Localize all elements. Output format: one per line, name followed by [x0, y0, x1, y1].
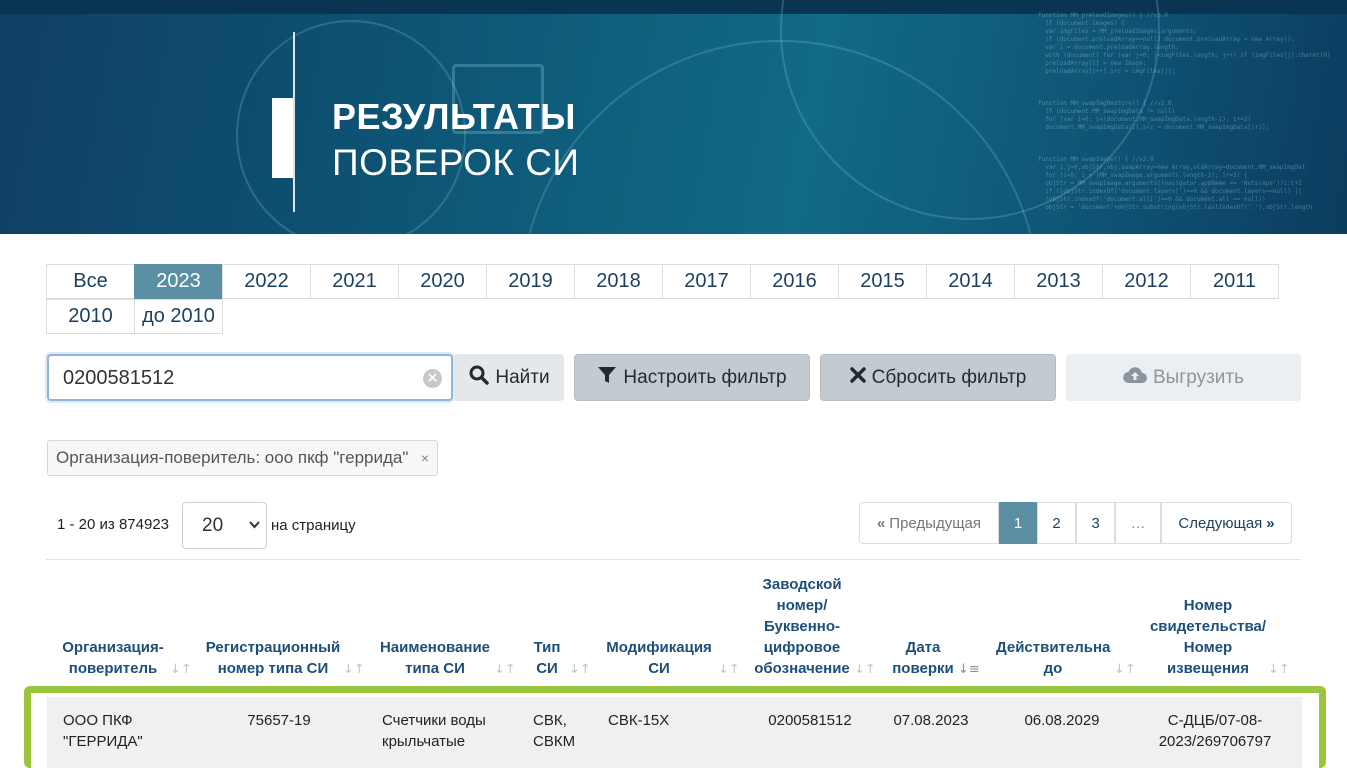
reset-filter-label: Сбросить фильтр	[871, 366, 1027, 388]
cell-valid-until: 06.08.2029	[1024, 712, 1100, 729]
sort-icon[interactable]: ↓↑	[854, 662, 876, 677]
year-tab[interactable]: 2014	[926, 264, 1015, 299]
double-chevron-right-icon: »	[1266, 514, 1275, 532]
year-tab[interactable]: 2011	[1190, 264, 1279, 299]
divider	[46, 559, 1301, 560]
sort-icon[interactable]: ↓↑	[494, 662, 516, 677]
double-chevron-left-icon: «	[876, 514, 886, 532]
pagination-previous-label: Предыдущая	[889, 514, 982, 532]
pagination-page-1[interactable]: 1	[999, 502, 1037, 544]
close-icon	[849, 366, 866, 389]
pagination-ellipsis: …	[1115, 502, 1161, 544]
column-header-serial[interactable]: Заводской номер/ Буквенно- цифровое обоз…	[752, 574, 852, 679]
per-page-select[interactable]: 20	[182, 502, 267, 549]
search-input[interactable]	[63, 365, 413, 391]
export-button[interactable]: Выгрузить	[1066, 354, 1301, 401]
year-tab[interactable]: 2021	[310, 264, 399, 299]
cell-org: ООО ПКФ "ГЕРРИДА"	[63, 712, 143, 750]
year-tab[interactable]: 2012	[1102, 264, 1191, 299]
column-header-verification-date[interactable]: Дата поверки	[890, 637, 956, 679]
active-filter-label: Организация-поверитель: ооо пкф "геррида…	[56, 448, 409, 467]
year-tab[interactable]: 2016	[750, 264, 839, 299]
banner-accent-bar	[272, 98, 293, 178]
year-tab[interactable]: 2015	[838, 264, 927, 299]
cell-verification-date: 07.08.2023	[893, 712, 969, 729]
column-header-modification[interactable]: Модификация СИ	[604, 637, 714, 679]
banner-code-decor: function MM_preloadImages() { //v3.0 if …	[1038, 12, 1331, 211]
banner-vertical-line	[293, 32, 295, 212]
results-count: 1 - 20 из 874923	[57, 516, 170, 533]
year-tab[interactable]: 2020	[398, 264, 487, 299]
per-page-label: на страницу	[271, 517, 356, 534]
cloud-upload-icon	[1123, 366, 1147, 390]
year-tab[interactable]: 2022	[222, 264, 311, 299]
cell-reg-number: 75657-19	[247, 712, 311, 729]
per-page-value: 20	[202, 515, 224, 536]
pagination-previous[interactable]: « Предыдущая	[859, 502, 999, 544]
filter-icon	[597, 365, 617, 391]
sort-icon[interactable]: ↓↑	[1114, 662, 1136, 677]
sort-icon[interactable]: ↓↑	[343, 662, 365, 677]
cell-serial: 0200581512	[768, 712, 852, 729]
pagination-next[interactable]: Следующая »	[1161, 502, 1292, 544]
year-tab[interactable]: 2013	[1014, 264, 1103, 299]
clear-icon[interactable]: ×	[423, 369, 442, 388]
year-tab[interactable]: 2010	[46, 299, 135, 334]
sort-icon[interactable]: ↓↑	[1268, 662, 1290, 677]
banner: function MM_preloadImages() { //v3.0 if …	[0, 0, 1347, 234]
column-header-certificate[interactable]: Номер свидетельства/ Номер извещения	[1146, 595, 1270, 679]
column-header-valid-until[interactable]: Действительна до	[996, 637, 1110, 679]
year-tab[interactable]: 2019	[486, 264, 575, 299]
column-header-type[interactable]: Тип СИ	[530, 637, 564, 679]
find-button[interactable]: Найти	[455, 354, 564, 401]
column-header-type-name[interactable]: Наименование типа СИ	[378, 637, 492, 679]
sort-icon[interactable]: ↓↑	[170, 662, 192, 677]
pagination-page-3[interactable]: 3	[1076, 502, 1115, 544]
year-tab[interactable]: 2017	[662, 264, 751, 299]
cell-certificate: С-ДЦБ/07-08- 2023/269706797	[1158, 712, 1272, 750]
sort-icon[interactable]: ↓↑	[718, 662, 740, 677]
column-header-reg-number[interactable]: Регистрационный номер типа СИ	[203, 637, 343, 679]
configure-filter-label: Настроить фильтр	[623, 366, 787, 388]
sort-desc-icon[interactable]: ↓≡	[958, 662, 980, 677]
year-tab[interactable]: 2023	[134, 264, 223, 299]
year-tab[interactable]: 2018	[574, 264, 663, 299]
configure-filter-button[interactable]: Настроить фильтр	[574, 354, 810, 401]
page-title-line2: ПОВЕРОК СИ	[332, 142, 580, 183]
find-button-label: Найти	[495, 366, 550, 388]
column-header-org[interactable]: Организация- поверитель	[58, 637, 168, 679]
year-tab[interactable]: Все	[46, 264, 135, 299]
page-title-line1: РЕЗУЛЬТАТЫ	[332, 96, 576, 137]
search-box[interactable]: ×	[47, 354, 453, 401]
cell-type: СВК, СВКМ	[533, 712, 576, 750]
reset-filter-button[interactable]: Сбросить фильтр	[820, 354, 1056, 401]
pagination-next-label: Следующая	[1178, 514, 1263, 532]
remove-filter-icon[interactable]: ×	[421, 441, 429, 475]
cell-modification: СВК-15Х	[608, 712, 670, 729]
export-label: Выгрузить	[1152, 366, 1245, 388]
year-tab[interactable]: до 2010	[134, 299, 223, 334]
cell-type-name: Счетчики воды крыльчатые	[382, 712, 486, 750]
active-filter-chip: Организация-поверитель: ооо пкф "геррида…	[47, 440, 438, 476]
sort-icon[interactable]: ↓↑	[569, 662, 591, 677]
pagination-page-2[interactable]: 2	[1037, 502, 1076, 544]
search-icon	[469, 365, 490, 391]
